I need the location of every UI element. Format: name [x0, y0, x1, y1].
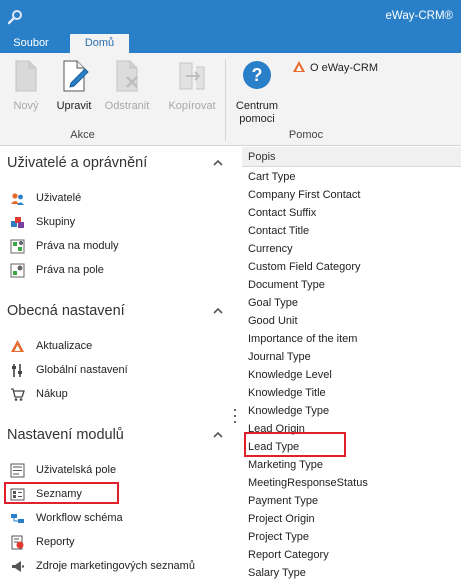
highlight-lead-type	[244, 432, 346, 457]
table-row[interactable]: Report Category	[242, 546, 461, 564]
field-permissions-icon	[10, 263, 25, 278]
edit-button-label: Upravit	[56, 100, 92, 112]
about-button[interactable]: O eWay-CRM	[292, 60, 378, 76]
table-row[interactable]: MeetingResponseStatus	[242, 474, 461, 492]
table-row[interactable]: Contact Title	[242, 222, 461, 240]
sidebar-item-label: Práva na pole	[36, 264, 104, 276]
sidebar-item-label: Workflow schéma	[36, 512, 123, 524]
sidebar-item-label: Uživatelská pole	[36, 464, 117, 476]
custom-fields-icon	[10, 463, 25, 478]
help-center-label: Centrum pomoci	[231, 100, 283, 126]
ribbon-tabs: Soubor Domů	[0, 34, 461, 53]
help-center-label-line1: Centrum	[235, 100, 279, 112]
new-button-label: Nový	[13, 100, 39, 112]
wrench-gear-icon	[7, 10, 22, 25]
section-general-settings[interactable]: Obecná nastavení	[7, 303, 233, 323]
table-row[interactable]: Goal Type	[242, 294, 461, 312]
edit-document-icon	[63, 60, 89, 92]
workflow-icon	[11, 514, 24, 523]
table-row[interactable]: Knowledge Type	[242, 402, 461, 420]
section-title: Nastavení modulů	[7, 427, 124, 443]
actions-group-label: Akce	[70, 129, 95, 141]
settings-icon	[12, 364, 22, 377]
list-grid: Popis Cart Type Company First Contact Co…	[242, 147, 461, 585]
sidebar-item-label: Zdroje marketingových seznamů	[36, 560, 195, 572]
table-row[interactable]: Document Type	[242, 276, 461, 294]
sidebar-item-label: Uživatelé	[36, 192, 82, 204]
table-row[interactable]: Payment Type	[242, 492, 461, 510]
list-rows: Cart Type Company First Contact Contact …	[242, 168, 461, 582]
table-row[interactable]: Contact Suffix	[242, 204, 461, 222]
copy-button-label: Kopírovat	[168, 100, 216, 112]
table-row[interactable]: Custom Field Category	[242, 258, 461, 276]
highlight-seznamy	[4, 482, 119, 504]
groups-icon	[11, 217, 24, 228]
table-row[interactable]: Journal Type	[242, 348, 461, 366]
table-row[interactable]: Importance of the item	[242, 330, 461, 348]
chevron-up-icon[interactable]	[213, 158, 223, 168]
chevron-up-icon[interactable]	[213, 306, 223, 316]
table-row[interactable]: Company First Contact	[242, 186, 461, 204]
section-users-permissions[interactable]: Uživatelé a oprávnění	[7, 155, 233, 175]
new-button[interactable]: Nový	[6, 57, 46, 127]
table-row[interactable]: Project Type	[242, 528, 461, 546]
help-icon: ?	[243, 61, 271, 89]
update-icon	[11, 340, 24, 352]
module-permissions-icon	[10, 239, 25, 254]
table-row[interactable]: Project Origin	[242, 510, 461, 528]
delete-button[interactable]: Odstranit	[102, 57, 152, 127]
sidebar-item-label: Reporty	[36, 536, 75, 548]
cart-icon	[11, 388, 25, 401]
ribbon: Nový Upravit Odstranit Akce Kopírovat ? …	[0, 53, 461, 146]
help-center-button[interactable]: ? Centrum pomoci	[231, 57, 283, 127]
help-center-label-line2: pomoci	[239, 113, 275, 125]
panel-splitter[interactable]	[233, 409, 237, 431]
table-row[interactable]: Knowledge Title	[242, 384, 461, 402]
marketing-sources-icon	[12, 561, 25, 572]
help-group-label: Pomoc	[288, 129, 324, 141]
chevron-up-icon[interactable]	[213, 430, 223, 440]
sidebar-item-label: Skupiny	[36, 216, 76, 228]
section-title: Uživatelé a oprávnění	[7, 155, 148, 171]
table-row[interactable]: Good Unit	[242, 312, 461, 330]
section-title: Obecná nastavení	[7, 303, 125, 319]
title-bar: eWay-CRM®	[0, 0, 461, 34]
settings-sidebar: Uživatelé a oprávnění Uživatelé Skupiny …	[0, 147, 240, 585]
edit-button[interactable]: Upravit	[52, 57, 96, 127]
section-module-settings[interactable]: Nastavení modulů	[7, 427, 233, 447]
about-label: O eWay-CRM	[310, 62, 379, 74]
sidebar-item-label: Globální nastavení	[36, 364, 128, 376]
new-document-icon	[15, 60, 37, 92]
table-row[interactable]: Currency	[242, 240, 461, 258]
column-header-description[interactable]: Popis	[242, 147, 461, 167]
eway-logo-icon	[293, 61, 305, 72]
sidebar-item-label: Práva na moduly	[36, 240, 119, 252]
app-title: eWay-CRM®	[385, 10, 453, 22]
tab-home[interactable]: Domů	[70, 34, 129, 53]
delete-document-icon	[116, 60, 138, 92]
sidebar-item-label: Nákup	[36, 388, 68, 400]
table-row[interactable]: Knowledge Level	[242, 366, 461, 384]
users-icon	[11, 193, 24, 205]
table-row[interactable]: Salary Type	[242, 564, 461, 582]
reports-icon	[11, 535, 24, 550]
table-row[interactable]: Marketing Type	[242, 456, 461, 474]
delete-button-label: Odstranit	[104, 100, 150, 112]
copy-icon	[179, 62, 205, 90]
tab-file[interactable]: Soubor	[0, 34, 62, 53]
copy-button[interactable]: Kopírovat	[166, 57, 218, 127]
svg-text:?: ?	[252, 65, 263, 85]
sidebar-item-label: Aktualizace	[36, 340, 93, 352]
table-row[interactable]: Cart Type	[242, 168, 461, 186]
